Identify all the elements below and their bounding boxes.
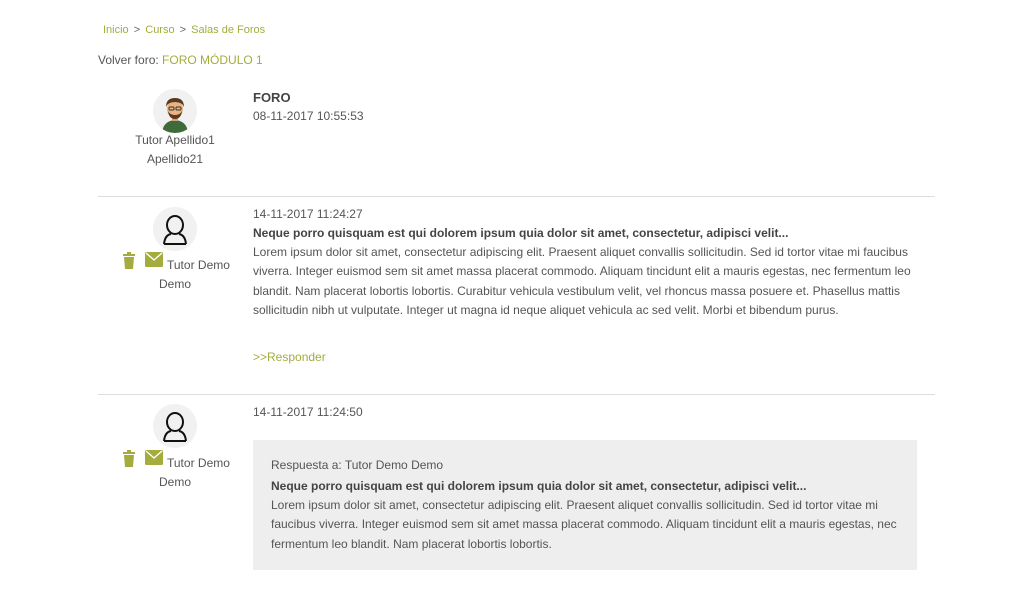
breadcrumb: Inicio > Curso > Salas de Foros <box>103 24 265 36</box>
back-to-forum: Volver foro: FORO MÓDULO 1 <box>98 53 263 67</box>
post-body: Lorem ipsum dolor sit amet, consectetur … <box>253 245 911 317</box>
post-date: 08-11-2017 10:55:53 <box>253 109 364 123</box>
author-name-line1: Tutor Demo <box>167 456 230 470</box>
post-subject: Neque porro quisquam est qui dolorem ips… <box>253 226 789 240</box>
author-name-line2: Apellido21 <box>146 152 204 166</box>
quote-message: Neque porro quisquam est qui dolorem ips… <box>271 477 903 554</box>
post-date: 14-11-2017 11:24:27 <box>253 207 363 221</box>
back-to-forum-link[interactable]: FORO MÓDULO 1 <box>162 53 263 67</box>
post-date: 14-11-2017 11:24:50 <box>253 405 363 419</box>
avatar-photo-icon <box>153 89 197 133</box>
author-avatar <box>153 404 197 448</box>
author-name: Tutor Apellido1 Apellido21 <box>110 131 240 169</box>
post-message: Neque porro quisquam est qui dolorem ips… <box>253 224 913 320</box>
envelope-icon[interactable] <box>145 450 163 468</box>
divider <box>98 394 935 395</box>
back-to-forum-label: Volver foro: <box>98 53 159 67</box>
post-title: FORO <box>253 90 291 105</box>
breadcrumb-separator: > <box>179 24 187 36</box>
trash-icon[interactable] <box>122 252 140 270</box>
author-avatar <box>153 89 197 133</box>
author-name-line1: Tutor Demo <box>167 258 230 272</box>
author-name-line1: Tutor Apellido1 <box>135 133 215 147</box>
quoted-reply: Respuesta a: Tutor Demo Demo Neque porro… <box>253 440 917 570</box>
breadcrumb-separator: > <box>133 24 141 36</box>
quote-body: Lorem ipsum dolor sit amet, consectetur … <box>271 498 897 551</box>
user-outline-icon <box>153 207 197 251</box>
author-avatar <box>153 207 197 251</box>
divider <box>98 196 935 197</box>
author-name-line2: Demo <box>158 277 191 291</box>
quote-subject: Neque porro quisquam est qui dolorem ips… <box>271 479 807 493</box>
breadcrumb-salas-de-foros[interactable]: Salas de Foros <box>191 24 265 36</box>
quote-title: Respuesta a: Tutor Demo Demo <box>271 458 444 472</box>
breadcrumb-curso[interactable]: Curso <box>145 24 174 36</box>
reply-link[interactable]: >>Responder <box>253 350 326 364</box>
envelope-icon[interactable] <box>145 252 163 270</box>
author-name-line2: Demo <box>158 475 191 489</box>
breadcrumb-inicio[interactable]: Inicio <box>103 24 129 36</box>
user-outline-icon <box>153 404 197 448</box>
trash-icon[interactable] <box>122 450 140 468</box>
